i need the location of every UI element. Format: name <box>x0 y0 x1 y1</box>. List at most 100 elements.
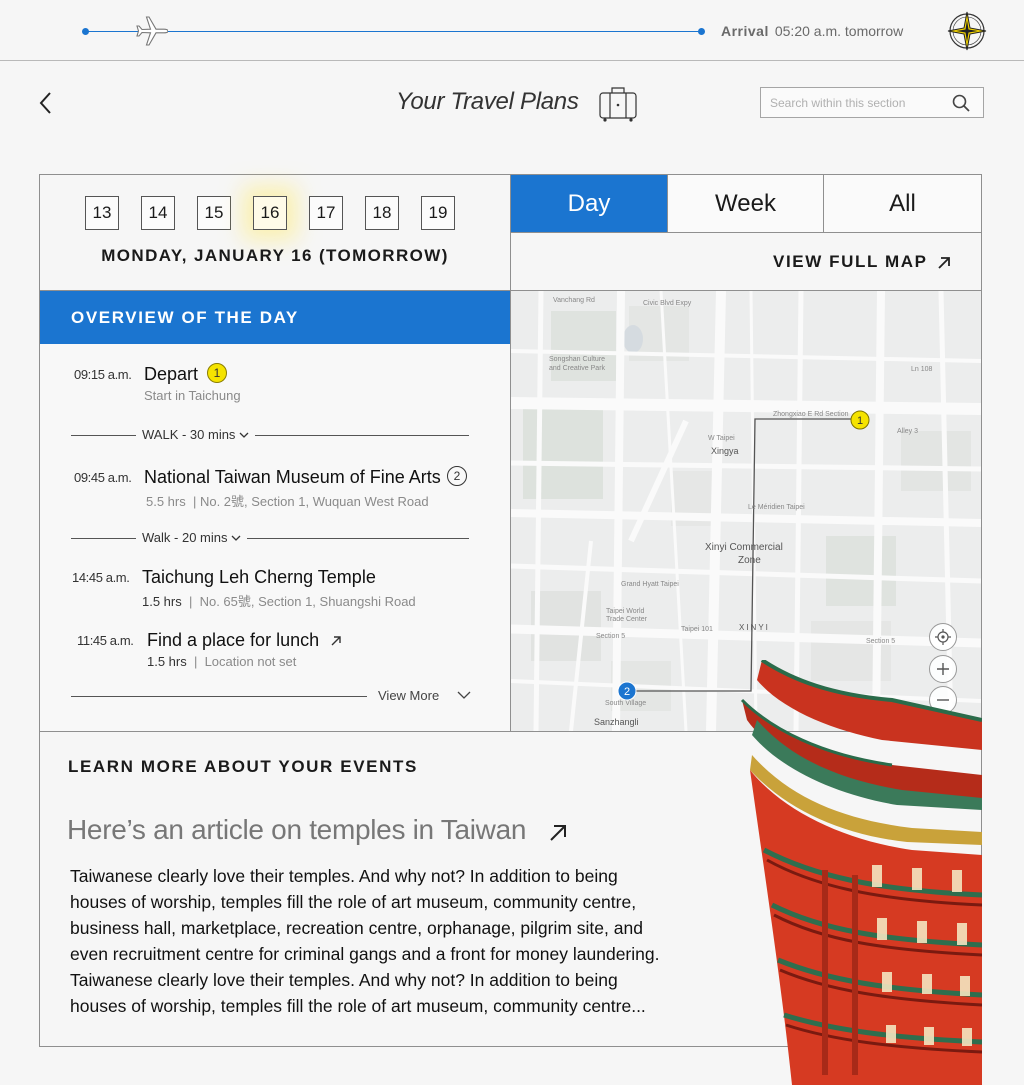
event-duration: 5.5 hrs <box>146 494 186 509</box>
event-detail: 1.5 hrs | Location not set <box>147 654 297 669</box>
flight-route-line <box>85 31 703 32</box>
article-line: Taiwanese clearly love their temples. An… <box>70 970 618 990</box>
event-detail: 1.5 hrs | No. 65號, Section 1, Shuangshi … <box>142 594 416 609</box>
walk-divider <box>71 538 469 539</box>
map-label: Section 5 <box>866 638 895 645</box>
map-label: Le Méridien Taipei <box>748 504 805 511</box>
date-19[interactable]: 19 <box>421 196 455 230</box>
walk-duration-toggle[interactable]: Walk - 20 mins <box>136 530 248 545</box>
date-16-selected[interactable]: 16 <box>253 196 287 230</box>
article-line: Taiwanese clearly love their temples. An… <box>70 866 618 886</box>
map-pin-2[interactable]: 2 <box>617 681 637 701</box>
event-number-badge: 1 <box>207 363 227 383</box>
date-15[interactable]: 15 <box>197 196 231 230</box>
date-14[interactable]: 14 <box>141 196 175 230</box>
search-icon[interactable] <box>951 93 971 113</box>
arrival-label: Arrival <box>721 23 769 39</box>
origin-dot <box>82 28 89 35</box>
map-label: Taipei 101 <box>681 626 713 633</box>
map-label: Ln 108 <box>911 366 933 373</box>
tab-day[interactable]: Day <box>511 175 667 232</box>
map-label: Civic Blvd Expy <box>643 300 692 307</box>
map-label: Trade Center <box>606 616 648 623</box>
view-more-label: View More <box>378 688 440 703</box>
chevron-down-icon <box>239 432 249 438</box>
event-time: 09:45 a.m. <box>74 470 132 485</box>
destination-dot <box>698 28 705 35</box>
arrival-info: Arrival 05:20 a.m. tomorrow <box>721 23 903 39</box>
event-number-badge: 2 <box>447 466 467 486</box>
date-13[interactable]: 13 <box>85 196 119 230</box>
tab-week[interactable]: Week <box>668 175 823 232</box>
event-time: 11:45 a.m. <box>77 633 134 648</box>
map-label: Sanzhangli <box>594 717 639 727</box>
divider-horizontal <box>511 232 982 233</box>
article-link[interactable]: Here’s an article on temples in Taiwan <box>67 814 526 846</box>
map-label: W Taipei <box>708 435 735 442</box>
map-label: and Creative Park <box>549 365 606 372</box>
event-detail: Start in Taichung <box>144 388 241 403</box>
map-label: Xinyi Commercial <box>705 542 783 553</box>
map-label: South Village <box>605 700 646 707</box>
article-line: houses of worship, temples fill the role… <box>70 996 646 1016</box>
walk-duration: Walk - 20 mins <box>142 530 228 545</box>
crosshair-icon <box>935 629 951 645</box>
external-arrow-icon[interactable] <box>329 634 343 648</box>
map-label: Zone <box>738 555 761 566</box>
article-excerpt: Taiwanese clearly love their temples. An… <box>70 863 690 1019</box>
airplane-icon <box>136 16 168 46</box>
walk-duration: WALK - 30 mins <box>142 427 236 442</box>
event-title[interactable]: National Taiwan Museum of Fine Arts <box>144 467 441 488</box>
view-more-divider <box>71 696 367 697</box>
flight-progress-bar: Arrival 05:20 a.m. tomorrow <box>0 0 1024 61</box>
map-label: Xingya <box>711 446 739 456</box>
event-address: Location not set <box>204 654 297 669</box>
external-arrow-icon[interactable] <box>934 253 954 273</box>
map-label: Grand Hyatt Taipei <box>621 581 679 588</box>
search-box[interactable] <box>760 87 984 118</box>
chevron-down-icon <box>457 691 471 699</box>
view-full-map-link[interactable]: VIEW FULL MAP <box>773 252 928 272</box>
arrival-time: 05:20 a.m. tomorrow <box>774 23 904 39</box>
overview-title: OVERVIEW OF THE DAY <box>40 291 510 344</box>
selected-date-label: MONDAY, JANUARY 16 (TOMORROW) <box>101 246 449 265</box>
compass-icon[interactable] <box>946 10 988 52</box>
chevron-down-icon <box>231 535 241 541</box>
map-pin-label: 1 <box>857 415 863 427</box>
walk-duration-toggle[interactable]: WALK - 30 mins <box>136 427 256 442</box>
event-title[interactable]: Taichung Leh Cherng Temple <box>142 567 376 588</box>
map-label: Alley 3 <box>897 428 918 435</box>
event-title[interactable]: Depart <box>144 364 198 385</box>
date-17[interactable]: 17 <box>309 196 343 230</box>
learn-more-title: LEARN MORE ABOUT YOUR EVENTS <box>68 757 418 776</box>
event-duration: 1.5 hrs <box>142 594 182 609</box>
locate-me-button[interactable] <box>929 623 957 651</box>
luggage-icon <box>599 87 637 122</box>
day-overview-list: 09:15 a.m. Depart 1 Start in Taichung WA… <box>40 344 510 731</box>
article-line: business hall, marketplace, recreation c… <box>70 918 643 938</box>
event-duration: 1.5 hrs <box>147 654 187 669</box>
map-pin-1[interactable]: 1 <box>850 410 870 430</box>
article-line: even recruitment centre for criminal gan… <box>70 944 660 964</box>
map-pin-label: 2 <box>624 686 630 698</box>
map-label: Songshan Culture <box>549 356 605 363</box>
map-label: XINYI <box>739 623 770 632</box>
page-title: Your Travel Plans <box>396 88 579 115</box>
external-arrow-icon[interactable] <box>547 822 569 844</box>
event-address: No. 2號, Section 1, Wuquan West Road <box>199 494 429 509</box>
date-18[interactable]: 18 <box>365 196 399 230</box>
walk-divider <box>71 435 469 436</box>
event-time: 14:45 a.m. <box>72 570 130 585</box>
tab-all[interactable]: All <box>824 175 981 232</box>
temple-image <box>740 660 982 1085</box>
back-chevron-icon[interactable] <box>34 88 58 118</box>
event-title[interactable]: Find a place for lunch <box>147 630 319 651</box>
map-label: Vanchang Rd <box>553 297 595 304</box>
event-time: 09:15 a.m. <box>74 367 132 382</box>
search-input[interactable] <box>770 94 950 112</box>
event-detail: 5.5 hrs | No. 2號, Section 1, Wuquan West… <box>146 494 429 509</box>
view-more-button[interactable]: View More <box>378 688 471 703</box>
article-line: houses of worship, temples fill the role… <box>70 892 637 912</box>
map-label: Zhongxiao E Rd Section <box>773 411 849 418</box>
map-label: Taipei World <box>606 608 644 615</box>
